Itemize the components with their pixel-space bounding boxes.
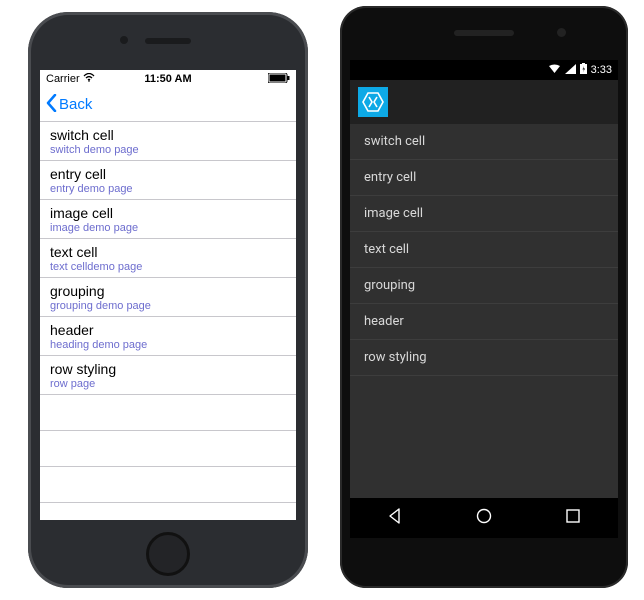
cell-title: header xyxy=(364,314,404,329)
android-nav-bar xyxy=(350,498,618,538)
cell-title: row styling xyxy=(50,361,286,377)
nav-back-button[interactable] xyxy=(386,507,404,530)
iphone-camera xyxy=(120,36,128,44)
list-item[interactable]: row stylingrow page xyxy=(40,356,296,395)
list-item[interactable]: headerheading demo page xyxy=(40,317,296,356)
list-item[interactable]: entry cell xyxy=(350,160,618,196)
cell-title: grouping xyxy=(50,283,286,299)
cell-detail: image demo page xyxy=(50,222,286,234)
nav-recent-button[interactable] xyxy=(564,507,582,530)
ios-status-bar: Carrier 11:50 AM xyxy=(40,70,296,88)
chevron-left-icon xyxy=(46,94,57,116)
wifi-icon xyxy=(548,64,561,77)
status-time: 3:33 xyxy=(591,64,612,76)
list-item[interactable]: image cellimage demo page xyxy=(40,200,296,239)
list-item[interactable]: groupinggrouping demo page xyxy=(40,278,296,317)
iphone-speaker xyxy=(145,38,191,44)
cell-title: header xyxy=(50,322,286,338)
nav-home-button[interactable] xyxy=(475,507,493,530)
list-item[interactable]: text cell xyxy=(350,232,618,268)
cell-title: text cell xyxy=(364,242,409,257)
list-item-empty xyxy=(40,431,296,467)
list-item-empty xyxy=(40,503,296,520)
cell-detail: row page xyxy=(50,378,286,390)
list-item-empty xyxy=(40,467,296,503)
cell-title: entry cell xyxy=(364,170,416,185)
android-list[interactable]: switch cell entry cell image cell text c… xyxy=(350,124,618,498)
cell-title: text cell xyxy=(50,244,286,260)
android-action-bar xyxy=(350,80,618,124)
iphone-screen: Carrier 11:50 AM Back switch cellswitch … xyxy=(40,70,296,520)
signal-icon xyxy=(565,64,576,77)
list-item[interactable]: row styling xyxy=(350,340,618,376)
list-item[interactable]: grouping xyxy=(350,268,618,304)
list-item[interactable]: entry cellentry demo page xyxy=(40,161,296,200)
cell-detail: text celldemo page xyxy=(50,261,286,273)
cell-title: switch cell xyxy=(364,134,425,149)
android-speaker xyxy=(454,30,514,36)
cell-title: entry cell xyxy=(50,166,286,182)
list-item[interactable]: switch cellswitch demo page xyxy=(40,122,296,161)
cell-title: switch cell xyxy=(50,127,286,143)
list-item[interactable]: header xyxy=(350,304,618,340)
back-label: Back xyxy=(59,96,92,113)
list-item[interactable]: switch cell xyxy=(350,124,618,160)
ios-list[interactable]: switch cellswitch demo page entry cellen… xyxy=(40,122,296,520)
cell-detail: grouping demo page xyxy=(50,300,286,312)
ios-nav-bar: Back xyxy=(40,88,296,122)
android-status-bar: 3:33 xyxy=(350,60,618,80)
status-time: 11:50 AM xyxy=(40,73,296,85)
android-device: 3:33 switch cell entry cell image cell t… xyxy=(340,6,628,588)
cell-detail: switch demo page xyxy=(50,144,286,156)
battery-icon xyxy=(580,63,587,77)
xamarin-logo-icon xyxy=(358,87,388,117)
home-button[interactable] xyxy=(146,532,190,576)
list-item-empty xyxy=(40,395,296,431)
cell-title: image cell xyxy=(50,205,286,221)
list-item[interactable]: image cell xyxy=(350,196,618,232)
iphone-device: Carrier 11:50 AM Back switch cellswitch … xyxy=(28,12,308,588)
android-screen: 3:33 switch cell entry cell image cell t… xyxy=(350,60,618,538)
list-item[interactable]: text celltext celldemo page xyxy=(40,239,296,278)
cell-title: row styling xyxy=(364,350,427,365)
cell-title: grouping xyxy=(364,278,415,293)
cell-title: image cell xyxy=(364,206,423,221)
cell-detail: heading demo page xyxy=(50,339,286,351)
back-button[interactable]: Back xyxy=(46,94,92,116)
android-camera xyxy=(557,28,566,37)
cell-detail: entry demo page xyxy=(50,183,286,195)
